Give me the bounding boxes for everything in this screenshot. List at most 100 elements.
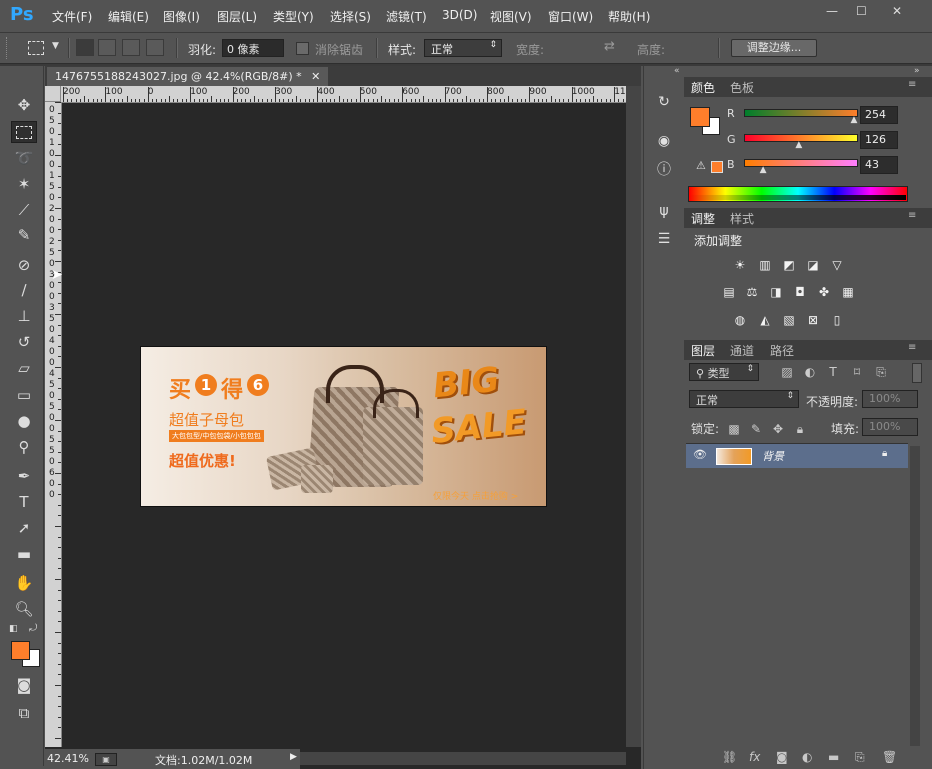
move-tool-icon[interactable]: ✥ — [11, 94, 37, 116]
menu-help[interactable]: 帮助(H) — [608, 8, 650, 25]
marquee-preset-icon[interactable] — [28, 41, 44, 55]
menu-3d[interactable]: 3D(D) — [442, 8, 477, 22]
brightness-icon[interactable]: ☀ — [732, 258, 748, 272]
layer-name[interactable]: 背景 — [762, 448, 784, 464]
hand-tool-icon[interactable]: ✋ — [11, 572, 37, 594]
panel-menu-icon[interactable]: ≡ — [908, 79, 916, 90]
refine-edge-button[interactable]: 调整边缘... — [731, 39, 817, 57]
threshold-icon[interactable]: ▧ — [781, 313, 797, 327]
menu-layer[interactable]: 图层(L) — [217, 8, 257, 25]
g-value-field[interactable]: 126 — [860, 131, 898, 149]
antialias-checkbox[interactable] — [296, 42, 309, 55]
lock-all-icon[interactable]: 🔒︎ — [792, 422, 808, 436]
color-balance-icon[interactable]: ⚖ — [744, 285, 760, 299]
new-adjustment-icon[interactable]: ◐ — [802, 750, 812, 764]
hue-saturation-icon[interactable]: ▤ — [721, 285, 737, 299]
levels-icon[interactable]: ▥ — [757, 258, 773, 272]
canvas-image[interactable]: 买 1 得 6 超值子母包 大包包型/中包包袋/小包包包 超值优惠! BIG S… — [141, 347, 546, 506]
add-mask-icon[interactable]: ◙ — [776, 750, 788, 764]
b-slider-thumb[interactable]: ▲ — [760, 165, 767, 175]
tab-color[interactable]: 颜色 — [691, 79, 715, 96]
layer-filter-select[interactable]: ⚲ 类型 ⇕ — [689, 363, 759, 381]
r-slider[interactable] — [744, 109, 858, 117]
vibrance-icon[interactable]: ▽ — [829, 258, 845, 272]
magic-wand-icon[interactable]: ✶ — [11, 173, 37, 195]
filter-adjustment-icon[interactable]: ◐ — [802, 365, 818, 379]
channel-mixer-icon[interactable]: ✤ — [816, 285, 832, 299]
clone-stamp-icon[interactable]: ⊥ — [11, 305, 37, 327]
intersect-selection-icon[interactable] — [146, 39, 164, 56]
shape-tool-icon[interactable]: ▬ — [11, 543, 37, 565]
foreground-color-swatch[interactable] — [11, 641, 30, 660]
b-value-field[interactable]: 43 — [860, 156, 898, 174]
eraser-icon[interactable]: ▱ — [11, 357, 37, 379]
tab-layers[interactable]: 图层 — [691, 342, 715, 359]
style-select[interactable]: 正常 ⇕ — [424, 39, 502, 57]
history-panel-icon[interactable]: ↻ — [654, 92, 674, 112]
blend-mode-select[interactable]: 正常 ⇕ — [689, 390, 799, 408]
swap-colors-icon[interactable]: ⤾ — [29, 623, 37, 634]
tab-adjustments[interactable]: 调整 — [691, 210, 715, 227]
lock-transparent-icon[interactable]: ▩ — [726, 422, 742, 436]
default-colors-icon[interactable]: ◧ — [9, 624, 18, 634]
menu-window[interactable]: 窗口(W) — [548, 8, 593, 25]
filter-toggle[interactable] — [912, 363, 922, 383]
photo-filter-icon[interactable]: ◘ — [792, 285, 808, 299]
properties-panel-icon[interactable]: ◉ — [654, 131, 674, 151]
gamut-color-swatch[interactable] — [711, 161, 723, 173]
close-tab-icon[interactable]: ✕ — [311, 70, 320, 83]
tab-channels[interactable]: 通道 — [730, 342, 754, 359]
color-lookup-icon[interactable]: ▦ — [840, 285, 856, 299]
tab-styles[interactable]: 样式 — [730, 210, 754, 227]
brush-panel-icon[interactable]: ψ — [654, 201, 674, 221]
feather-input[interactable]: 0 像素 — [222, 39, 284, 57]
color-fg-swatch[interactable] — [690, 107, 710, 127]
screen-mode-icon[interactable]: ⧉ — [11, 702, 37, 724]
new-layer-icon[interactable]: ⎘ — [855, 750, 865, 765]
link-layers-icon[interactable]: ⛓ — [722, 750, 737, 764]
zoom-level[interactable]: 42.41% — [47, 752, 89, 765]
pen-tool-icon[interactable]: ✒ — [11, 465, 37, 487]
status-proof-icon[interactable]: ▣ — [95, 753, 117, 766]
menu-type[interactable]: 类型(Y) — [273, 8, 314, 25]
brush-tool-icon[interactable]: ∕ — [11, 279, 37, 301]
invert-icon[interactable]: ◍ — [732, 313, 748, 327]
healing-brush-icon[interactable]: ⊘ — [11, 254, 37, 276]
status-menu-arrow-icon[interactable]: ▶ — [290, 752, 297, 762]
filter-shape-icon[interactable]: ⌑ — [849, 365, 865, 379]
tab-paths[interactable]: 路径 — [770, 342, 794, 359]
gamut-warning-icon[interactable]: ⚠ — [696, 159, 706, 172]
collapse-strip-icon[interactable]: « — [674, 66, 680, 76]
gradient-tool-icon[interactable]: ▭ — [11, 384, 37, 406]
add-selection-icon[interactable] — [98, 39, 116, 56]
selective-color-icon[interactable]: ⊠ — [805, 313, 821, 327]
history-brush-icon[interactable]: ↺ — [11, 331, 37, 353]
g-slider-thumb[interactable]: ▲ — [795, 140, 802, 150]
eye-visibility-icon[interactable]: 👁︎ — [693, 448, 707, 461]
path-select-icon[interactable]: ➚ — [11, 517, 37, 539]
lock-pixels-icon[interactable]: ✎ — [748, 422, 764, 436]
dodge-tool-icon[interactable]: ⚲ — [11, 436, 37, 458]
horizontal-scrollbar[interactable] — [300, 752, 626, 765]
lock-position-icon[interactable]: ✥ — [770, 422, 786, 436]
info-panel-icon[interactable]: ⓘ — [654, 160, 674, 180]
curves-icon[interactable]: ◩ — [781, 258, 797, 272]
delete-layer-icon[interactable]: 🗑︎ — [882, 750, 897, 764]
crop-tool-icon[interactable]: ⟋ — [11, 199, 37, 221]
filter-smart-icon[interactable]: ⎘ — [873, 365, 889, 379]
options-grip[interactable] — [6, 37, 11, 59]
gradient-map-icon[interactable]: ▯ — [829, 313, 845, 327]
blur-tool-icon[interactable]: ● — [11, 410, 37, 432]
adjust-sliders-icon[interactable]: ☰ — [654, 229, 674, 249]
tab-swatches[interactable]: 色板 — [730, 79, 754, 96]
posterize-icon[interactable]: ◭ — [757, 313, 773, 327]
opacity-field[interactable]: 100% — [862, 390, 918, 408]
collapse-panels-icon[interactable]: » — [914, 66, 920, 76]
r-slider-thumb[interactable]: ▲ — [851, 115, 858, 125]
panel-menu-icon[interactable]: ≡ — [908, 210, 916, 221]
vertical-scrollbar[interactable] — [626, 86, 641, 747]
ruler-origin[interactable] — [45, 86, 61, 102]
swap-icon[interactable]: ⇄ — [604, 39, 615, 54]
fill-field[interactable]: 100% — [862, 418, 918, 436]
document-tab[interactable]: 1476755188243027.jpg @ 42.4%(RGB/8#) * ✕ — [47, 67, 329, 86]
